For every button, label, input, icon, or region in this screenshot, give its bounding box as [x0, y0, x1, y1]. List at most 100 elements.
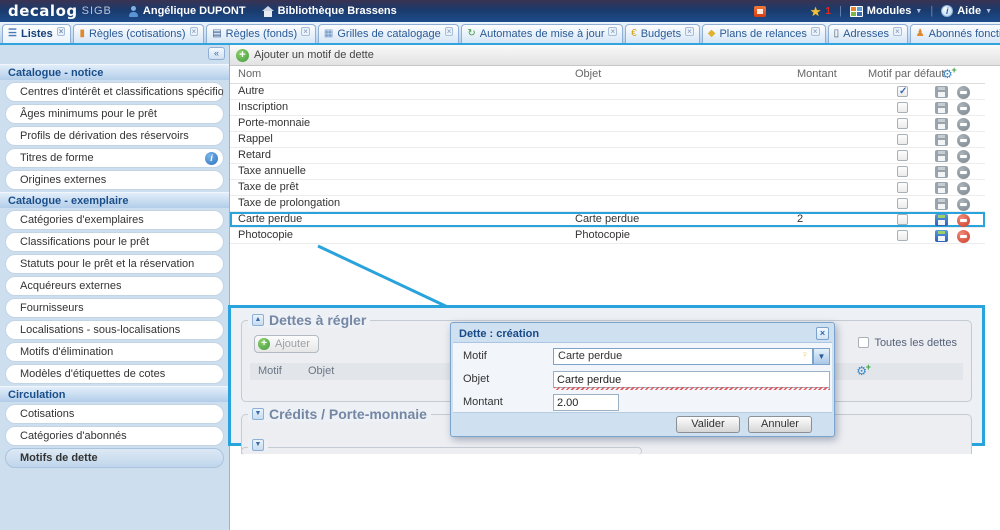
collapse-down-icon[interactable]: ▼ — [252, 408, 264, 420]
save-icon[interactable] — [935, 134, 948, 146]
column-settings-gear-icon[interactable]: ⚙ — [942, 68, 953, 80]
sidebar-item--ges-minimums-pour-le-pr-t[interactable]: Âges minimums pour le prêt — [5, 104, 224, 124]
delete-icon[interactable] — [957, 150, 970, 163]
collapse-down-icon[interactable]: ▼ — [252, 439, 264, 451]
info-icon[interactable]: i — [205, 152, 218, 165]
sidebar-item-acqu-reurs-externes[interactable]: Acquéreurs externes — [5, 276, 224, 296]
sidebar-item-motifs-de-dette[interactable]: Motifs de dette — [5, 448, 224, 468]
column-settings-gear-icon[interactable]: ⚙ — [856, 365, 867, 377]
default-motif-checkbox[interactable] — [897, 198, 908, 209]
default-motif-checkbox[interactable] — [897, 214, 908, 225]
save-icon[interactable] — [935, 118, 948, 130]
save-icon[interactable] — [935, 230, 948, 242]
table-row-retard[interactable]: Retard — [230, 148, 985, 164]
sidebar-item-cotisations[interactable]: Cotisations — [5, 404, 224, 424]
table-row-rappel[interactable]: Rappel — [230, 132, 985, 148]
tab-automates-de-mise-jour[interactable]: ↻Automates de mise à jour× — [461, 24, 623, 43]
tab-close-icon[interactable]: × — [893, 27, 902, 36]
sidebar-item-statuts-pour-le-pr-t-et-la-r-servation[interactable]: Statuts pour le prêt et la réservation — [5, 254, 224, 274]
tab-r-gles-cotisations-[interactable]: ▮Règles (cotisations)× — [73, 24, 204, 43]
delete-icon[interactable] — [957, 102, 970, 115]
close-icon[interactable]: × — [816, 327, 829, 340]
sidebar-item-centres-d-int-r-t-et-classifications-sp-cifiques[interactable]: Centres d'intérêt et classifications spé… — [5, 82, 224, 102]
save-icon[interactable] — [935, 166, 948, 178]
tab-close-icon[interactable]: × — [608, 27, 617, 36]
save-icon[interactable] — [935, 214, 948, 226]
tab-budgets[interactable]: €Budgets× — [625, 24, 700, 43]
col-montant[interactable]: Montant — [797, 68, 837, 80]
annuler-button[interactable]: Annuler — [748, 416, 812, 433]
sidebar-item-origines-externes[interactable]: Origines externes — [5, 170, 224, 190]
delete-icon[interactable] — [957, 166, 970, 179]
sidebar-item-cat-gories-d-exemplaires[interactable]: Catégories d'exemplaires — [5, 210, 224, 230]
add-motif-button[interactable]: + Ajouter un motif de dette — [230, 45, 1000, 66]
tab-close-icon[interactable]: × — [190, 27, 199, 36]
sidebar-item-cat-gories-d-abonn-s[interactable]: Catégories d'abonnés — [5, 426, 224, 446]
aide-menu[interactable]: i Aide ▼ — [941, 5, 992, 17]
col-defaut[interactable]: Motif par défaut — [868, 68, 944, 80]
sidebar-item-titres-de-forme[interactable]: Titres de formei — [5, 148, 224, 168]
default-motif-checkbox[interactable] — [897, 230, 908, 241]
delete-icon[interactable] — [957, 230, 970, 243]
sidebar-item-fournisseurs[interactable]: Fournisseurs — [5, 298, 224, 318]
motif-combobox[interactable]: Carte perdue ♀ ▼ — [553, 348, 830, 365]
tab-close-icon[interactable]: × — [57, 27, 66, 36]
tab-grilles-de-catalogage[interactable]: ▦Grilles de catalogage× — [318, 24, 459, 43]
modules-menu[interactable]: Modules ▼ — [850, 5, 923, 17]
col-objet[interactable]: Objet — [575, 68, 601, 80]
default-motif-checkbox[interactable] — [897, 150, 908, 161]
table-row-inscription[interactable]: Inscription — [230, 100, 985, 116]
table-row-taxe-de-prolongation[interactable]: Taxe de prolongation — [230, 196, 985, 212]
delete-icon[interactable] — [957, 214, 970, 227]
table-row-porte-monnaie[interactable]: Porte-monnaie — [230, 116, 985, 132]
ajouter-dette-button[interactable]: + Ajouter — [254, 335, 319, 353]
table-row-taxe-de-pr-t[interactable]: Taxe de prêt — [230, 180, 985, 196]
delete-icon[interactable] — [957, 86, 970, 99]
tab-listes[interactable]: ☰Listes× — [2, 24, 71, 43]
valider-button[interactable]: Valider — [676, 416, 740, 433]
tab-adresses[interactable]: ▯Adresses× — [828, 24, 908, 43]
collapse-up-icon[interactable]: ▲ — [252, 314, 264, 326]
modules-grid-icon — [850, 6, 863, 17]
objet-input[interactable] — [553, 371, 830, 388]
tab-close-icon[interactable]: × — [811, 27, 820, 36]
sidebar-item-profils-de-d-rivation-des-r-servoirs[interactable]: Profils de dérivation des réservoirs — [5, 126, 224, 146]
sidebar-item-mod-les-d-tiquettes-de-cotes[interactable]: Modèles d'étiquettes de cotes — [5, 364, 224, 384]
sidebar-item-localisations-sous-localisations[interactable]: Localisations - sous-localisations — [5, 320, 224, 340]
delete-icon[interactable] — [957, 118, 970, 131]
toutes-les-dettes-checkbox[interactable]: Toutes les dettes — [858, 337, 957, 349]
save-icon[interactable] — [935, 86, 948, 98]
col-nom[interactable]: Nom — [238, 68, 261, 80]
tab-plans-de-relances[interactable]: ◆Plans de relances× — [702, 24, 826, 43]
table-row-carte-perdue[interactable]: Carte perdueCarte perdue2 — [230, 212, 985, 228]
table-row-photocopie[interactable]: PhotocopiePhotocopie — [230, 228, 985, 244]
delete-icon[interactable] — [957, 134, 970, 147]
save-icon[interactable] — [935, 102, 948, 114]
combo-dropdown-icon[interactable]: ▼ — [813, 348, 830, 365]
save-icon[interactable] — [935, 182, 948, 194]
tab-close-icon[interactable]: × — [445, 27, 454, 36]
tab-close-icon[interactable]: × — [685, 27, 694, 36]
tab-abonn-s-fonctionnels[interactable]: ♟Abonnés fonctionnels× — [910, 24, 1000, 43]
sidebar-item-classifications-pour-le-pr-t[interactable]: Classifications pour le prêt — [5, 232, 224, 252]
default-motif-checkbox[interactable] — [897, 86, 908, 97]
sidebar-item-motifs-d-limination[interactable]: Motifs d'élimination — [5, 342, 224, 362]
montant-input[interactable] — [553, 394, 619, 411]
default-motif-checkbox[interactable] — [897, 134, 908, 145]
save-icon[interactable] — [935, 198, 948, 210]
tab-close-icon[interactable]: × — [301, 27, 310, 36]
table-row-autre[interactable]: Autre — [230, 84, 985, 100]
tab-r-gles-fonds-[interactable]: ▤Règles (fonds)× — [206, 24, 316, 43]
inbox-icon[interactable] — [754, 6, 766, 17]
default-motif-checkbox[interactable] — [897, 182, 908, 193]
delete-icon[interactable] — [957, 182, 970, 195]
delete-icon[interactable] — [957, 198, 970, 211]
favorites-star-icon[interactable]: ★ — [810, 6, 822, 17]
default-motif-checkbox[interactable] — [897, 166, 908, 177]
default-motif-checkbox[interactable] — [897, 102, 908, 113]
checkbox[interactable] — [858, 337, 869, 348]
table-row-taxe-annuelle[interactable]: Taxe annuelle — [230, 164, 985, 180]
sidebar-collapse-button[interactable]: « — [208, 47, 225, 60]
default-motif-checkbox[interactable] — [897, 118, 908, 129]
save-icon[interactable] — [935, 150, 948, 162]
